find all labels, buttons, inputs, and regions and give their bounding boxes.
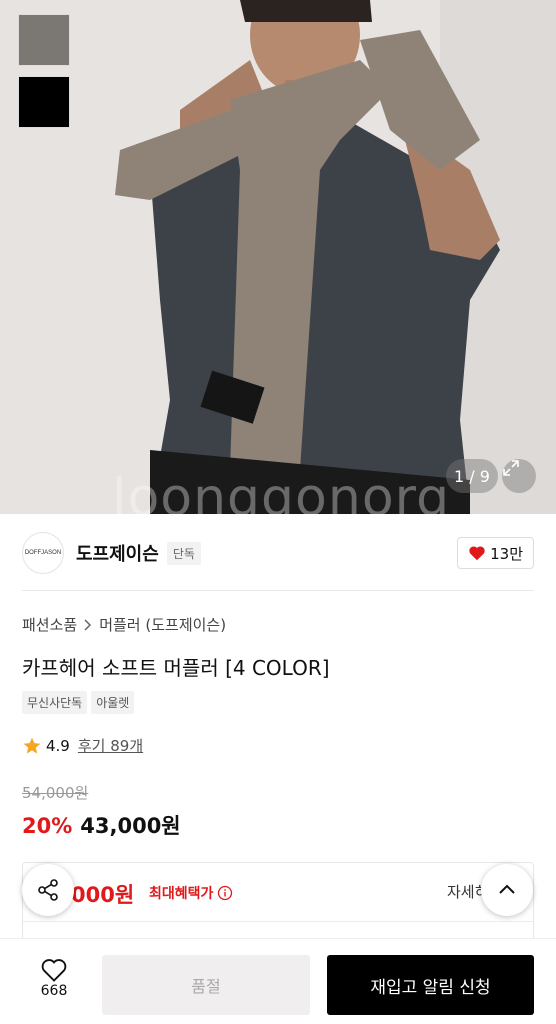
brand-name[interactable]: 도프제이슨 bbox=[76, 540, 159, 566]
breadcrumb-category[interactable]: 패션소품 bbox=[22, 614, 77, 635]
color-swatch-black[interactable] bbox=[18, 76, 70, 128]
product-title: 카프헤어 소프트 머플러 [4 COLOR] bbox=[22, 656, 330, 680]
wishlist-button[interactable]: 668 bbox=[24, 957, 84, 999]
expand-icon bbox=[503, 460, 519, 476]
breadcrumb-subcategory[interactable]: 머플러 (도프제이슨) bbox=[99, 614, 226, 635]
sale-price: 43,000원 bbox=[80, 814, 181, 838]
brand-like-button[interactable]: 13만 bbox=[457, 537, 534, 569]
restock-alert-button[interactable]: 재입고 알림 신청 bbox=[327, 955, 534, 1015]
product-photo bbox=[0, 0, 556, 514]
brand-logo-text: DOFFJASON bbox=[24, 550, 62, 556]
review-link[interactable]: 후기 89개 bbox=[78, 735, 143, 756]
tag-musinsa-exclusive: 무신사단독 bbox=[22, 691, 88, 714]
scroll-top-button[interactable] bbox=[481, 864, 533, 916]
chevron-right-icon bbox=[84, 618, 92, 631]
price-row: 20% 43,000원 bbox=[22, 810, 181, 840]
share-button[interactable] bbox=[22, 864, 74, 916]
share-icon bbox=[38, 879, 58, 901]
soldout-button: 품절 bbox=[102, 955, 310, 1015]
product-image-gallery[interactable]: loonggonorg 1 / 9 bbox=[0, 0, 556, 514]
brand-logo[interactable]: DOFFJASON bbox=[22, 532, 64, 574]
divider bbox=[22, 590, 534, 591]
rating-score: 4.9 bbox=[46, 736, 70, 755]
heart-outline-icon bbox=[41, 959, 67, 982]
image-counter: 1 / 9 bbox=[446, 459, 498, 493]
heart-filled-icon bbox=[469, 546, 485, 561]
max-benefit-label: 최대혜택가 bbox=[149, 886, 214, 902]
product-tags: 무신사단독 아울렛 bbox=[22, 691, 135, 714]
color-swatch-gray[interactable] bbox=[18, 14, 70, 66]
bottom-action-bar: 668 품절 재입고 알림 신청 bbox=[0, 938, 556, 1024]
product-page: loonggonorg 1 / 9 DOFFJASON 도프제이슨 단독 13만… bbox=[0, 0, 556, 1024]
wishlist-count: 668 bbox=[40, 983, 68, 999]
discount-rate: 20% bbox=[22, 814, 73, 838]
breadcrumb: 패션소품 머플러 (도프제이슨) bbox=[22, 614, 226, 635]
original-price: 54,000원 bbox=[22, 784, 89, 802]
rating-row: 4.9 후기 89개 bbox=[22, 735, 143, 756]
exclusive-badge: 단독 bbox=[166, 541, 201, 565]
max-benefit-price: 000원 bbox=[71, 883, 135, 907]
tag-outlet: 아울렛 bbox=[91, 691, 135, 714]
info-icon[interactable] bbox=[217, 885, 233, 901]
divider bbox=[23, 921, 533, 922]
brand-row: DOFFJASON 도프제이슨 단독 13만 bbox=[22, 530, 534, 576]
chevron-up-icon bbox=[499, 884, 515, 894]
max-benefit-label-wrap: 최대혜택가 bbox=[149, 883, 233, 903]
star-icon bbox=[23, 737, 41, 753]
watermark: loonggonorg bbox=[112, 468, 451, 514]
brand-like-count: 13만 bbox=[490, 544, 523, 563]
expand-button[interactable] bbox=[502, 459, 536, 493]
